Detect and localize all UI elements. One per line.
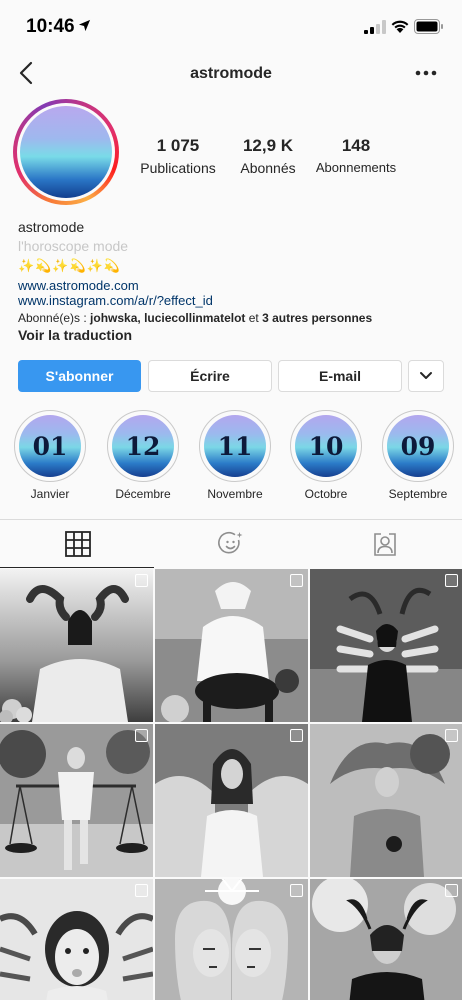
followed-by[interactable]: Abonné(e)s : johwska, luciecollinmatelot… bbox=[18, 311, 372, 325]
post-leo[interactable] bbox=[310, 724, 462, 877]
suggested-dropdown-button[interactable] bbox=[408, 360, 444, 392]
post-cancer[interactable] bbox=[310, 569, 462, 722]
highlight-decembre[interactable]: 12 Décembre bbox=[107, 410, 179, 501]
profile-tabs bbox=[0, 519, 462, 569]
highlight-label: Janvier bbox=[30, 487, 70, 501]
multi-post-icon bbox=[445, 729, 458, 742]
stat-posts[interactable]: 1 075 Publications bbox=[132, 136, 224, 176]
highlight-number: 09 bbox=[400, 431, 436, 461]
highlight-label: Novembre bbox=[207, 487, 263, 501]
highlight-label: Octobre bbox=[304, 487, 348, 501]
highlight-label: Septembre bbox=[388, 487, 448, 501]
tagged-user-icon[interactable] bbox=[372, 531, 398, 557]
profile-header: astromode bbox=[0, 52, 462, 96]
bio-effect-link[interactable]: www.instagram.com/a/r/?effect_id bbox=[18, 293, 213, 308]
followed-by-prefix: Abonné(e)s : bbox=[18, 311, 91, 325]
multi-post-icon bbox=[445, 884, 458, 897]
status-bar: 10:46 bbox=[0, 0, 462, 52]
stat-following-label: Abonnements bbox=[315, 160, 397, 175]
follow-button[interactable]: S'abonner bbox=[18, 360, 141, 392]
multi-post-icon bbox=[445, 574, 458, 587]
multi-post-icon bbox=[290, 884, 303, 897]
highlight-cover: 01 bbox=[14, 410, 86, 482]
highlight-cover: 12 bbox=[107, 410, 179, 482]
stat-followers-label: Abonnés bbox=[240, 160, 296, 176]
message-button[interactable]: Écrire bbox=[148, 360, 272, 392]
grid-icon[interactable] bbox=[65, 531, 91, 557]
followed-by-others: 3 autres personnes bbox=[262, 311, 373, 325]
status-time: 10:46 bbox=[26, 16, 75, 37]
battery-icon bbox=[414, 19, 443, 34]
stat-posts-label: Publications bbox=[140, 160, 216, 176]
email-button[interactable]: E-mail bbox=[278, 360, 402, 392]
post-virgo[interactable] bbox=[155, 724, 308, 877]
highlight-label: Décembre bbox=[115, 487, 171, 501]
multi-post-icon bbox=[290, 574, 303, 587]
post-sagittarius[interactable] bbox=[155, 569, 308, 722]
highlight-janvier[interactable]: 01 Janvier bbox=[14, 410, 86, 501]
followed-by-names: johwska, luciecollinmatelot bbox=[90, 311, 246, 325]
profile-category: l'horoscope mode bbox=[18, 238, 129, 254]
multi-post-icon bbox=[135, 574, 148, 587]
highlight-novembre[interactable]: 11 Novembre bbox=[199, 410, 271, 501]
highlight-number: 11 bbox=[217, 431, 253, 461]
ellipsis-icon[interactable] bbox=[414, 66, 438, 80]
post-cancer-crab[interactable] bbox=[0, 879, 153, 1000]
header-username: astromode bbox=[190, 65, 272, 82]
posts-grid bbox=[0, 569, 462, 1000]
highlight-number: 01 bbox=[32, 431, 68, 461]
post-gemini[interactable] bbox=[155, 879, 308, 1000]
stat-followers[interactable]: 12,9 K Abonnés bbox=[228, 136, 308, 176]
profile-name: astromode bbox=[18, 219, 85, 235]
post-libra[interactable] bbox=[0, 724, 153, 877]
face-filter-icon[interactable] bbox=[218, 531, 244, 557]
highlight-cover: 09 bbox=[382, 410, 454, 482]
highlight-number: 12 bbox=[125, 431, 161, 461]
stat-following[interactable]: 148 Abonnements bbox=[310, 136, 402, 175]
highlight-number: 10 bbox=[308, 431, 344, 461]
highlight-septembre[interactable]: 09 Septembre bbox=[382, 410, 454, 501]
see-translation-link[interactable]: Voir la traduction bbox=[18, 327, 132, 343]
stat-posts-value: 1 075 bbox=[156, 136, 200, 155]
chevron-down-icon bbox=[420, 372, 432, 379]
cellular-signal-icon bbox=[364, 20, 386, 34]
highlight-octobre[interactable]: 10 Octobre bbox=[290, 410, 362, 501]
multi-post-icon bbox=[135, 884, 148, 897]
wifi-icon bbox=[391, 20, 409, 33]
post-capricorn[interactable] bbox=[310, 879, 462, 1000]
post-aries[interactable] bbox=[0, 569, 153, 722]
highlight-cover: 11 bbox=[199, 410, 271, 482]
bio-website-link[interactable]: www.astromode.com bbox=[18, 278, 139, 293]
followed-by-connector: et bbox=[245, 311, 263, 325]
avatar[interactable] bbox=[20, 106, 112, 198]
stat-followers-value: 12,9 K bbox=[242, 136, 294, 155]
bio-emoji-line: ✨💫✨💫✨💫 bbox=[18, 258, 122, 273]
highlight-cover: 10 bbox=[290, 410, 362, 482]
multi-post-icon bbox=[290, 729, 303, 742]
active-tab-indicator bbox=[0, 567, 154, 568]
multi-post-icon bbox=[135, 729, 148, 742]
location-arrow-icon bbox=[78, 19, 91, 32]
stat-following-value: 148 bbox=[341, 136, 371, 155]
